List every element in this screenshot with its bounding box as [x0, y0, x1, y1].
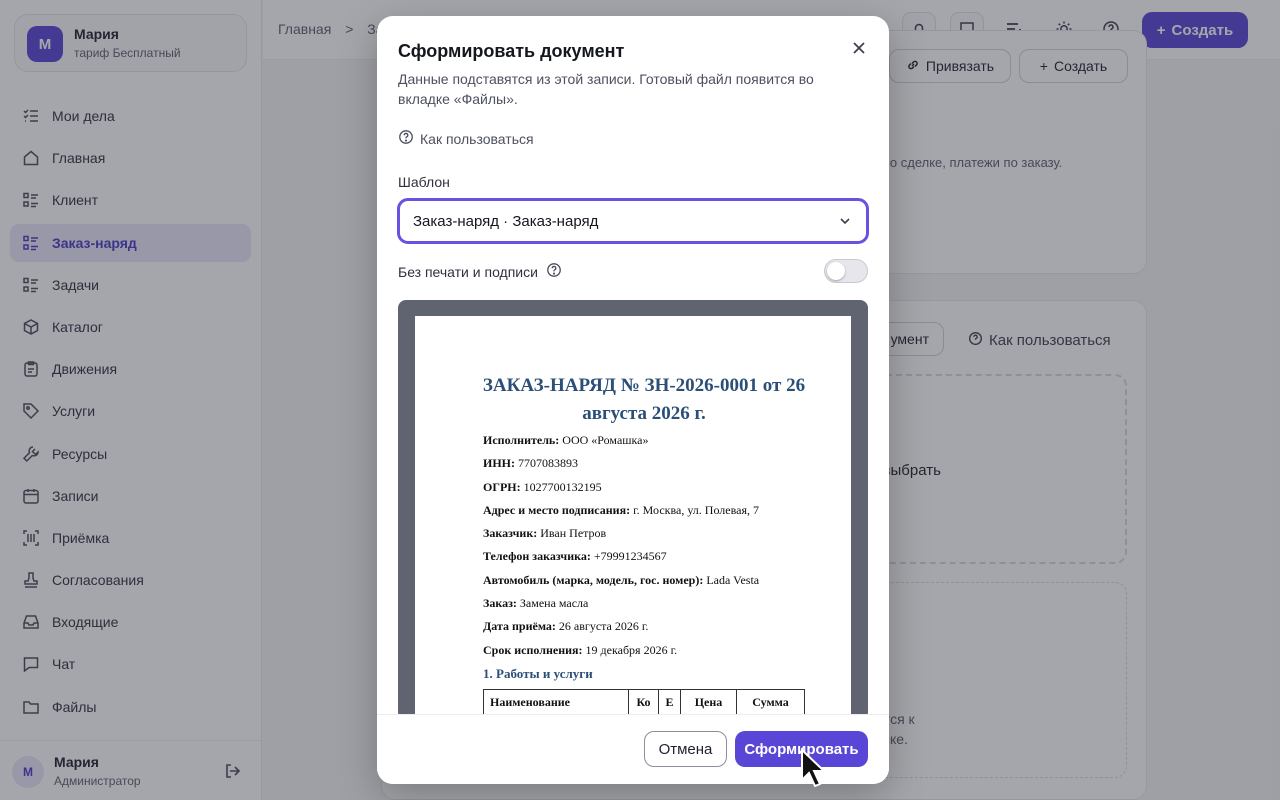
document-field: Автомобиль (марка, модель, гос. номер): … — [483, 572, 823, 595]
mouse-cursor-icon — [800, 747, 827, 795]
help-icon[interactable] — [546, 262, 562, 281]
close-icon[interactable] — [847, 36, 871, 60]
document-field-value: 19 декабря 2026 г. — [585, 642, 678, 657]
no-stamp-text: Без печати и подписи — [398, 263, 538, 280]
document-page: ЗАКАЗ-НАРЯД № ЗН-2026-0001 от 26 августа… — [415, 316, 851, 720]
document-field: Дата приёма: 26 августа 2026 г. — [483, 618, 823, 641]
document-table-header: Наименование Ко Е Цена Сумма — [483, 689, 805, 716]
howto-label: Как пользоваться — [420, 130, 534, 147]
document-field-value: Иван Петров — [540, 526, 607, 541]
dialog-title: Сформировать документ — [398, 41, 625, 61]
document-field: Адрес и место подписания: г. Москва, ул.… — [483, 502, 823, 525]
document-section-title: 1. Работы и услуги — [483, 666, 593, 681]
document-field: ОГРН: 1027700132195 — [483, 479, 823, 502]
generate-document-dialog: Сформировать документ Данные подставятся… — [377, 16, 889, 784]
help-icon — [398, 129, 414, 148]
template-label: Шаблон — [398, 174, 450, 190]
document-field-value: Lada Vesta — [706, 572, 760, 587]
document-field-value: Замена масла — [519, 596, 589, 611]
table-header-cell: Сумма — [736, 689, 805, 716]
document-field-value: 1027700132195 — [523, 479, 602, 494]
document-title: ЗАКАЗ-НАРЯД № ЗН-2026-0001 от 26 августа… — [482, 375, 806, 424]
no-stamp-toggle[interactable] — [824, 259, 868, 283]
document-table: Наименование Ко Е Цена Сумма — [483, 689, 805, 716]
document-field-label: Срок исполнения: — [483, 642, 583, 657]
table-header-cell: Цена — [680, 689, 737, 716]
toggle-knob — [827, 262, 845, 280]
document-field-label: Автомобиль (марка, модель, гос. номер): — [483, 572, 704, 587]
chevron-down-icon — [838, 214, 852, 232]
template-select[interactable]: Заказ-наряд · Заказ-наряд — [397, 198, 869, 244]
document-field: Срок исполнения: 19 декабря 2026 г. — [483, 642, 823, 665]
document-field-label: Заказчик: — [483, 526, 538, 541]
document-field-value: +79991234567 — [593, 549, 667, 564]
document-field-value: 26 августа 2026 г. — [558, 619, 649, 634]
howto-link[interactable]: Как пользоваться — [398, 129, 534, 148]
document-field-label: Адрес и место подписания: — [483, 502, 631, 517]
document-fields: Исполнитель: ООО «Ромашка» ИНН: 770708389… — [483, 432, 823, 665]
document-field-label: Заказ: — [483, 596, 517, 611]
document-preview[interactable]: ЗАКАЗ-НАРЯД № ЗН-2026-0001 от 26 августа… — [398, 300, 868, 720]
document-field-value: 7707083893 — [518, 456, 578, 471]
template-select-value: Заказ-наряд · Заказ-наряд — [413, 212, 599, 230]
document-field: Телефон заказчика: +79991234567 — [483, 548, 823, 571]
document-field: Исполнитель: ООО «Ромашка» — [483, 432, 823, 455]
table-header-cell: Наименование — [483, 689, 629, 716]
document-field-label: ОГРН: — [483, 479, 521, 494]
document-field-label: Исполнитель: — [483, 433, 560, 447]
document-field: Заказчик: Иван Петров — [483, 525, 823, 548]
document-field-label: ИНН: — [483, 456, 515, 471]
document-field-value: ООО «Ромашка» — [562, 433, 649, 447]
no-stamp-label: Без печати и подписи — [398, 262, 562, 281]
document-field: Заказ: Замена масла — [483, 595, 823, 618]
table-header-cell: Е — [658, 689, 681, 716]
document-field: ИНН: 7707083893 — [483, 455, 823, 478]
table-header-cell: Ко — [628, 689, 659, 716]
document-field-label: Телефон заказчика: — [483, 549, 591, 564]
document-field-value: г. Москва, ул. Полевая, 7 — [633, 502, 759, 517]
cancel-button[interactable]: Отмена — [644, 731, 727, 767]
dialog-description: Данные подставятся из этой записи. Готов… — [398, 71, 814, 107]
document-field-label: Дата приёма: — [483, 619, 556, 634]
